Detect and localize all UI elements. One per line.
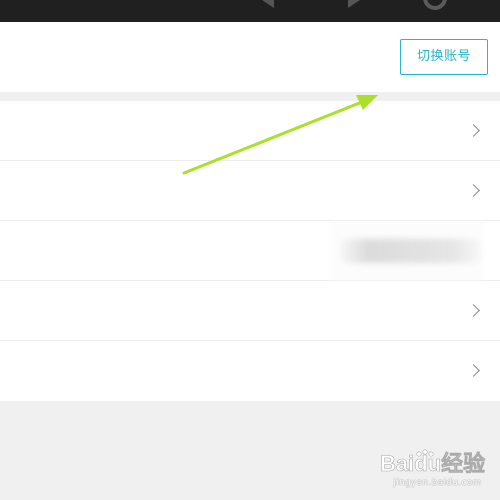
list-item[interactable] — [0, 221, 500, 281]
list-item[interactable] — [0, 341, 500, 401]
baidu-jingyan-watermark: Baidu经验 jingyan.baidu.com — [380, 444, 495, 494]
watermark-url: jingyan.baidu.com — [393, 478, 482, 488]
forward-arrow-icon[interactable] — [348, 0, 360, 8]
chevron-right-icon — [467, 124, 480, 137]
chevron-right-icon — [467, 304, 480, 317]
baidu-paw-logo: Baidu经验 — [380, 449, 485, 476]
list-item[interactable] — [0, 281, 500, 341]
refresh-icon[interactable] — [423, 0, 447, 10]
account-header-panel: 切换账号 — [0, 22, 500, 92]
blurred-value — [340, 239, 480, 263]
switch-account-button[interactable]: 切换账号 — [400, 39, 488, 75]
chevron-right-icon — [467, 184, 480, 197]
chevron-right-icon — [467, 364, 480, 377]
settings-list — [0, 101, 500, 401]
list-item[interactable] — [0, 101, 500, 161]
top-toolbar — [0, 0, 500, 22]
back-arrow-icon[interactable] — [262, 0, 274, 8]
list-item[interactable] — [0, 161, 500, 221]
